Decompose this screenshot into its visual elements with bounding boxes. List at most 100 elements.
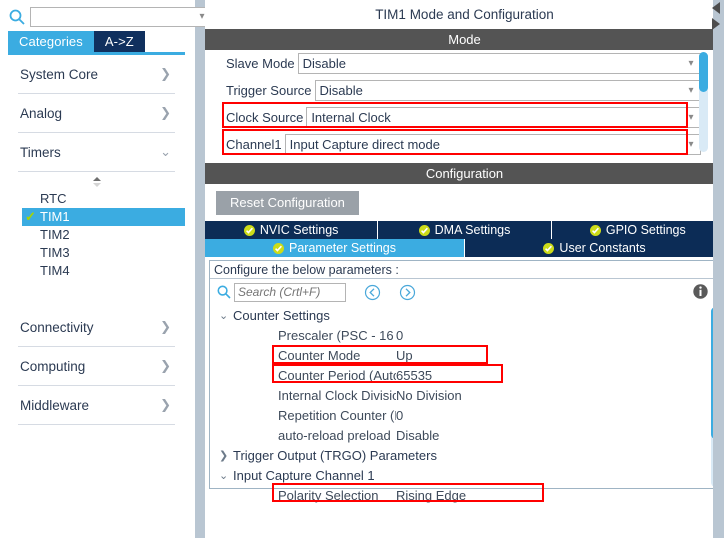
param-label: Internal Clock Division (CKD)	[278, 387, 396, 403]
sidebar-item-label: Analog	[20, 105, 63, 121]
param-label: Repetition Counter (RCR - 8 b...	[278, 407, 396, 423]
channel1-label: Channel1	[226, 137, 282, 152]
check-badge-icon	[543, 242, 555, 254]
panel-collapse-arrows[interactable]	[706, 0, 724, 34]
chevron-down-icon[interactable]: ⌄	[219, 309, 233, 322]
search-icon	[216, 284, 232, 300]
config-tabs-row-2: Parameter Settings User Constants	[205, 239, 724, 257]
chevron-right-icon[interactable]: ❯	[219, 449, 233, 462]
param-label: auto-reload preload	[278, 427, 391, 443]
tab-parameter-settings[interactable]: Parameter Settings	[205, 239, 465, 257]
chevron-down-icon[interactable]: ▾	[682, 58, 700, 69]
param-value: No Division	[396, 387, 462, 403]
search-icon	[8, 8, 26, 26]
param-row-polarity-selection[interactable]: Polarity Selection Rising Edge	[210, 485, 723, 505]
search-combo[interactable]: ▾	[30, 7, 211, 27]
sidebar-item-label: System Core	[20, 66, 99, 82]
tab-nvic-settings[interactable]: NVIC Settings	[205, 221, 379, 239]
trigger-source-select[interactable]: Disable ▾	[314, 80, 701, 101]
tab-user-constants[interactable]: User Constants	[465, 239, 724, 257]
parameter-settings-panel: Configure the below parameters : Search …	[209, 260, 724, 503]
next-arrow-icon[interactable]	[399, 284, 416, 301]
check-icon: ✓	[25, 209, 36, 224]
check-badge-icon	[273, 242, 284, 254]
sidebar-item-label: Connectivity	[20, 319, 94, 335]
search-input[interactable]	[31, 10, 194, 24]
sidebar-item-connectivity[interactable]: Connectivity ❯	[18, 308, 175, 347]
list-item-rtc[interactable]: RTC	[8, 190, 185, 208]
main-panel: TIM1 Mode and Configuration Mode Slave M…	[205, 0, 724, 538]
chevron-down-icon[interactable]: ⌄	[219, 469, 233, 482]
parameter-search-input[interactable]	[235, 283, 345, 301]
prev-arrow-icon[interactable]	[364, 284, 381, 301]
sidebar-item-timers[interactable]: Timers ⌄	[18, 133, 175, 172]
info-icon[interactable]	[692, 283, 709, 300]
param-row-internal-clock-division[interactable]: Internal Clock Division (CKD) No Divisio…	[210, 385, 723, 405]
list-item-label: TIM2	[40, 227, 70, 242]
list-item-label: TIM4	[40, 263, 70, 278]
tab-categories[interactable]: Categories	[8, 31, 94, 52]
param-row-auto-reload-preload[interactable]: auto-reload preload Disable	[210, 425, 723, 445]
sidebar-item-analog[interactable]: Analog ❯	[18, 94, 175, 133]
tree-group-trgo-parameters[interactable]: ❯ Trigger Output (TRGO) Parameters	[210, 445, 723, 465]
parameter-search-field[interactable]	[234, 282, 346, 302]
chevron-down-icon: ⌄	[160, 144, 171, 160]
param-row-counter-mode[interactable]: Counter Mode Up	[210, 345, 723, 365]
tree-group-input-capture-channel-1[interactable]: ⌄ Input Capture Channel 1	[210, 465, 723, 485]
mode-scrollbar[interactable]	[699, 52, 708, 152]
param-row-prescaler[interactable]: Prescaler (PSC - 16 bits value) 0	[210, 325, 723, 345]
app-root: ▾ Categories A->Z System Core ❯ Analog ❯…	[0, 0, 724, 538]
sidebar-item-label: Timers	[20, 144, 61, 160]
chevron-right-icon: ❯	[160, 105, 171, 121]
sidebar-item-system-core[interactable]: System Core ❯	[18, 55, 175, 94]
category-sidebar: ▾ Categories A->Z System Core ❯ Analog ❯…	[0, 0, 238, 538]
chevron-down-icon[interactable]: ▾	[682, 139, 700, 150]
channel1-value: Input Capture direct mode	[289, 137, 440, 152]
tab-dma-settings[interactable]: DMA Settings	[378, 221, 552, 239]
slave-mode-select[interactable]: Disable ▾	[297, 53, 701, 74]
chevron-down-icon[interactable]: ▾	[682, 85, 700, 96]
mode-scrollbar-thumb[interactable]	[699, 52, 708, 92]
sidebar-item-label: Computing	[20, 358, 86, 374]
tab-gpio-settings[interactable]: GPIO Settings	[551, 221, 724, 239]
tab-label: Parameter Settings	[289, 241, 396, 255]
configuration-section: Reset Configuration NVIC Settings DMA Se…	[205, 184, 724, 503]
param-label: Prescaler (PSC - 16 bits value)	[278, 327, 396, 343]
param-value: 65535	[396, 367, 433, 383]
param-row-counter-period[interactable]: Counter Period (AutoReload ... 65535	[210, 365, 723, 385]
tree-group-label: Trigger Output (TRGO) Parameters	[233, 447, 437, 463]
channel1-select[interactable]: Input Capture direct mode ▾	[284, 134, 701, 155]
list-item-tim2[interactable]: TIM2	[8, 226, 185, 244]
tab-label: NVIC Settings	[259, 223, 339, 237]
tree-group-counter-settings[interactable]: ⌄ Counter Settings	[210, 305, 723, 325]
sidebar-content: System Core ❯ Analog ❯ Timers ⌄ RTC ✓ TI…	[8, 52, 185, 538]
list-item-label: RTC	[40, 191, 67, 206]
list-sort-spinner[interactable]	[8, 174, 185, 190]
sidebar-item-label: Middleware	[20, 397, 90, 413]
clock-source-select[interactable]: Internal Clock ▾	[306, 107, 701, 128]
param-label: Counter Period (AutoReload ...	[278, 367, 396, 383]
reset-configuration-button[interactable]: Reset Configuration	[216, 190, 359, 215]
param-row-repetition-counter[interactable]: Repetition Counter (RCR - 8 b... 0	[210, 405, 723, 425]
configure-instruction: Configure the below parameters :	[210, 261, 723, 279]
chevron-right-icon: ❯	[160, 319, 171, 335]
sidebar-item-computing[interactable]: Computing ❯	[18, 347, 175, 386]
sidebar-item-middleware[interactable]: Middleware ❯	[18, 386, 175, 425]
panel-divider[interactable]	[195, 0, 205, 538]
chevron-down-icon[interactable]: ▾	[682, 112, 700, 123]
chevron-right-icon: ❯	[160, 358, 171, 374]
timer-list: RTC ✓ TIM1 TIM2 TIM3 TIM4	[8, 190, 185, 280]
tab-a-to-z[interactable]: A->Z	[93, 31, 145, 52]
list-item-tim4[interactable]: TIM4	[8, 262, 185, 280]
param-label: Polarity Selection	[278, 487, 379, 503]
param-value: Rising Edge	[396, 487, 467, 503]
param-value: Up	[396, 347, 413, 363]
list-item-tim3[interactable]: TIM3	[8, 244, 185, 262]
list-item-tim1[interactable]: ✓ TIM1	[22, 208, 185, 226]
clock-source-value: Internal Clock	[311, 110, 391, 125]
clock-source-label: Clock Source	[226, 110, 304, 125]
right-rail	[713, 0, 724, 538]
tree-group-label: Counter Settings	[233, 307, 330, 323]
param-label: Counter Mode	[278, 347, 361, 363]
